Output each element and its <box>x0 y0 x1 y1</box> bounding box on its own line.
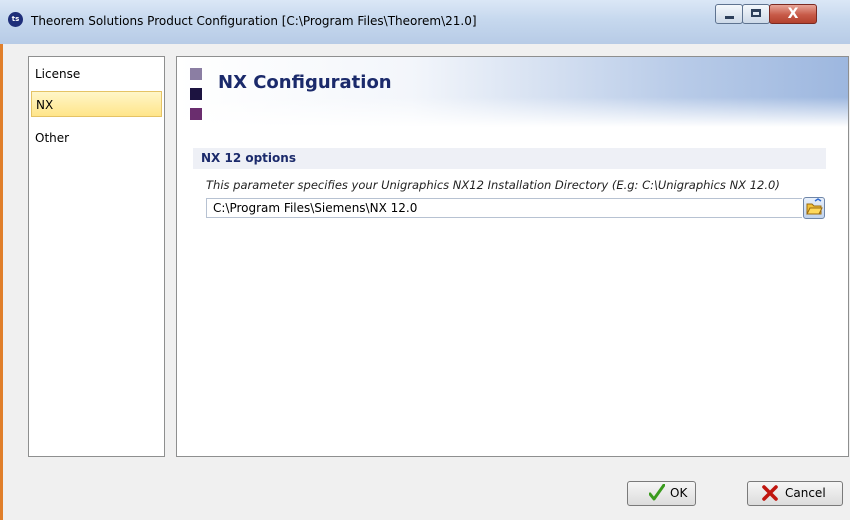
open-folder-icon <box>806 198 823 215</box>
maximize-button[interactable] <box>742 4 770 24</box>
category-list: License NX Other <box>28 56 165 457</box>
cancel-button[interactable]: Cancel <box>747 481 843 506</box>
sidebar-item-nx[interactable]: NX <box>31 91 162 117</box>
section-header: NX 12 options <box>193 148 826 169</box>
window-edge <box>0 44 3 520</box>
maximize-icon <box>751 9 761 17</box>
cancel-label: Cancel <box>785 486 826 500</box>
browse-folder-button[interactable] <box>803 197 825 219</box>
client-area: License NX Other NX Configuration NX 12 … <box>8 44 850 520</box>
window-title: Theorem Solutions Product Configuration … <box>31 14 477 28</box>
decor-square-icon <box>190 68 202 80</box>
sidebar-item-label: Other <box>35 131 70 145</box>
page-title: NX Configuration <box>218 72 392 93</box>
checkmark-icon <box>649 484 665 501</box>
minimize-button[interactable] <box>715 4 743 24</box>
ok-label: OK <box>670 486 688 500</box>
close-icon: X <box>787 6 799 22</box>
cross-icon <box>762 485 778 501</box>
config-window: ts Theorem Solutions Product Configurati… <box>0 0 850 520</box>
title-bar[interactable]: ts Theorem Solutions Product Configurati… <box>0 0 850 44</box>
install-path-field[interactable]: C:\Program Files\Siemens\NX 12.0 <box>206 198 802 218</box>
decor-square-icon <box>190 108 202 120</box>
settings-panel: NX Configuration NX 12 options This para… <box>176 56 849 457</box>
minimize-icon <box>725 16 734 19</box>
button-bar: OK Cancel <box>8 469 850 520</box>
ok-button[interactable]: OK <box>627 481 696 506</box>
app-logo-icon: ts <box>8 12 23 27</box>
close-button[interactable]: X <box>769 4 817 24</box>
header-fade <box>177 97 848 127</box>
sidebar-item-label: License <box>35 67 81 81</box>
sidebar-item-license[interactable]: License <box>31 61 162 87</box>
sidebar-item-label: NX <box>36 98 54 112</box>
sidebar-item-other[interactable]: Other <box>31 125 162 151</box>
parameter-description: This parameter specifies your Unigraphic… <box>206 178 780 192</box>
decor-square-icon <box>190 88 202 100</box>
